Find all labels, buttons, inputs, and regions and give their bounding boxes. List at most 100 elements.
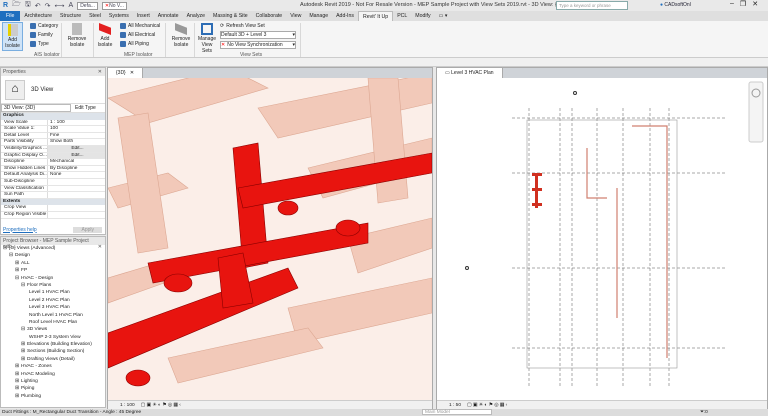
browser-item[interactable]: Level 2 HVAC Plan (3, 297, 105, 304)
expand-icon[interactable]: ⊞ (21, 342, 25, 347)
expand-icon[interactable]: ⊞ (21, 349, 25, 354)
apply-button[interactable]: Apply (73, 226, 102, 233)
3d-model-canvas[interactable] (108, 78, 432, 400)
scale-selector[interactable]: 1 : 50 (449, 403, 461, 408)
mep-add-isolate-button[interactable]: Add Isolate (94, 22, 116, 48)
browser-item[interactable]: ⊞ Lighting (3, 378, 105, 385)
add-isolate-button[interactable]: Add Isolate (2, 22, 23, 51)
sync-select[interactable]: ✕ No V... (101, 1, 127, 10)
property-value[interactable]: Fine (48, 133, 105, 139)
expand-icon[interactable]: ⊞ (15, 372, 19, 377)
collapse-icon[interactable]: ⊟ (21, 327, 25, 332)
property-value[interactable]: By Discipline (48, 166, 105, 172)
property-value[interactable]: Mechanical (48, 159, 105, 165)
expand-icon[interactable]: ⊞ (15, 379, 19, 384)
browser-item[interactable]: ⊞ Plumbing (3, 393, 105, 400)
revit-logo-icon[interactable]: R (3, 2, 8, 9)
browser-item[interactable]: ⊟[O] Views (Advanced) (3, 245, 105, 252)
close-icon[interactable]: ✕ (98, 69, 102, 75)
expand-icon[interactable]: ⊞ (15, 268, 19, 273)
property-value[interactable]: None (48, 172, 105, 178)
tab-structure[interactable]: Structure (56, 11, 85, 21)
browser-item[interactable]: ⊟ Design (3, 252, 105, 259)
browser-item[interactable]: Roof Level HVAC Plan (3, 319, 105, 326)
property-value[interactable]: Show Both (48, 139, 105, 145)
property-row[interactable]: Detail Level Fine (1, 132, 105, 140)
property-value[interactable] (48, 179, 105, 185)
text-icon[interactable]: A (69, 2, 74, 9)
browser-item[interactable]: Level 3 HVAC Plan (3, 304, 105, 311)
collapse-icon[interactable]: ⊟ (15, 276, 19, 281)
tab-addins[interactable]: Add-Ins (332, 11, 358, 21)
close-icon[interactable]: ✕ (752, 0, 758, 8)
tab-view[interactable]: View (286, 11, 305, 21)
type-button[interactable]: Type (30, 41, 49, 47)
property-row[interactable]: Scale Value 1: 100 (1, 126, 105, 133)
filter-count[interactable]: ⏷:0 (700, 409, 708, 416)
tab-revit-it-up[interactable]: Revit' It Up (357, 10, 394, 22)
properties-help-link[interactable]: Properties help (3, 227, 37, 233)
tab-3d-view[interactable]: {3D} ✕ (108, 68, 144, 78)
model-selector[interactable]: Main Model (422, 409, 492, 415)
section-graphics[interactable]: Graphics (1, 113, 105, 120)
browser-item[interactable]: Level 1 HVAC Plan (3, 289, 105, 296)
tab-analyze[interactable]: Analyze (183, 11, 209, 21)
property-value[interactable] (48, 212, 105, 218)
instance-selector[interactable]: 3D View: {3D} (1, 104, 71, 112)
category-button[interactable]: Category (30, 23, 58, 29)
property-value[interactable] (48, 205, 105, 211)
browser-item[interactable]: ⊞ FP (3, 267, 105, 274)
collapse-icon[interactable]: ⊟ (21, 283, 25, 288)
edit-type-button[interactable]: Edit Type (71, 105, 96, 111)
expand-icon[interactable]: ⊞ (15, 261, 19, 266)
browser-item[interactable]: ⊟ Floor Plans (3, 282, 105, 289)
tab-massing[interactable]: Massing & Site (209, 11, 252, 21)
view-set-dropdown[interactable]: Default 3D + Level 3 ▾ (220, 31, 296, 39)
restore-icon[interactable]: ❐ (740, 0, 746, 8)
search-input[interactable]: Type a keyword or phrase (556, 1, 628, 10)
3d-view-window[interactable]: {3D} ✕ 1 : 100 ▢ ▣ ☀ ◐ ⚑ ◎ ▦ ‹ (107, 67, 433, 410)
property-value[interactable]: 100 (48, 126, 105, 132)
property-row[interactable]: Show Hidden Lines By Discipline (1, 165, 105, 173)
browser-item[interactable]: ⊟ HVAC - Design (3, 275, 105, 282)
user-account[interactable]: ● CADsoftOnl (660, 2, 691, 8)
tab-insert[interactable]: Insert (133, 11, 154, 21)
expand-icon[interactable]: ⊞ (15, 364, 19, 369)
browser-item[interactable]: ⊞ HVAC - Zones (3, 363, 105, 370)
collapse-icon[interactable]: ⊟ (9, 253, 13, 258)
browser-item[interactable]: ⊞ Piping (3, 385, 105, 392)
manage-view-sets-button[interactable]: Manage View Sets (196, 22, 218, 54)
tab-collaborate[interactable]: Collaborate (252, 11, 287, 21)
browser-item[interactable]: ⊞ Drafting Views (Detail) (3, 356, 105, 363)
view-set-select[interactable]: Defa... (77, 1, 98, 10)
all-electrical-button[interactable]: All Electrical (120, 32, 155, 38)
mep-remove-isolate-button[interactable]: Remove Isolate (168, 22, 194, 48)
tab-contextual[interactable]: ▭ ▾ (435, 11, 452, 21)
browser-item[interactable]: ⊞ HVAC Modeling (3, 371, 105, 378)
property-row[interactable]: Parts Visibility Show Both (1, 139, 105, 146)
tab-level-3-hvac-plan[interactable]: ▭ Level 3 HVAC Plan (437, 68, 503, 78)
browser-item[interactable]: WSHP 2-3 System View (3, 334, 105, 341)
undo-icon[interactable]: ↶ (35, 2, 41, 10)
browser-item[interactable]: ⊞ Elevations (Building Elevation) (3, 341, 105, 348)
view-controls-icons[interactable]: ▢ ▣ ☀ ◐ ⚑ ◎ ▦ ‹ (467, 403, 507, 408)
type-selector[interactable]: ⌂ 3D View (1, 76, 105, 104)
property-row[interactable]: Default Analysis Di... None (1, 172, 105, 179)
tab-systems[interactable]: Systems (105, 11, 133, 21)
property-value[interactable] (48, 192, 105, 198)
property-row[interactable]: Visibility/Graphics ... Edit... (1, 145, 105, 153)
close-icon[interactable]: ✕ (98, 244, 102, 250)
tab-manage[interactable]: Manage (305, 11, 332, 21)
tab-pcl[interactable]: PCL (393, 11, 411, 21)
save-icon[interactable]: 🖫 (25, 0, 31, 11)
property-value[interactable]: Edit... (48, 152, 105, 159)
remove-isolate-button[interactable]: Remove Isolate (64, 22, 90, 48)
plan-view-window[interactable]: ▭ Level 3 HVAC Plan 1 : 50 ▢ ▣ ☀ ◐ ⚑ ◎ ▦ … (436, 67, 768, 410)
open-icon[interactable]: 🗁 (12, 0, 21, 11)
expand-icon[interactable]: ⊞ (15, 394, 19, 399)
expand-icon[interactable]: ⊞ (15, 386, 19, 391)
plan-canvas[interactable] (437, 78, 767, 400)
scale-selector[interactable]: 1 : 100 (120, 403, 135, 408)
tab-steel[interactable]: Steel (85, 11, 105, 21)
tab-architecture[interactable]: Architecture (20, 11, 56, 21)
